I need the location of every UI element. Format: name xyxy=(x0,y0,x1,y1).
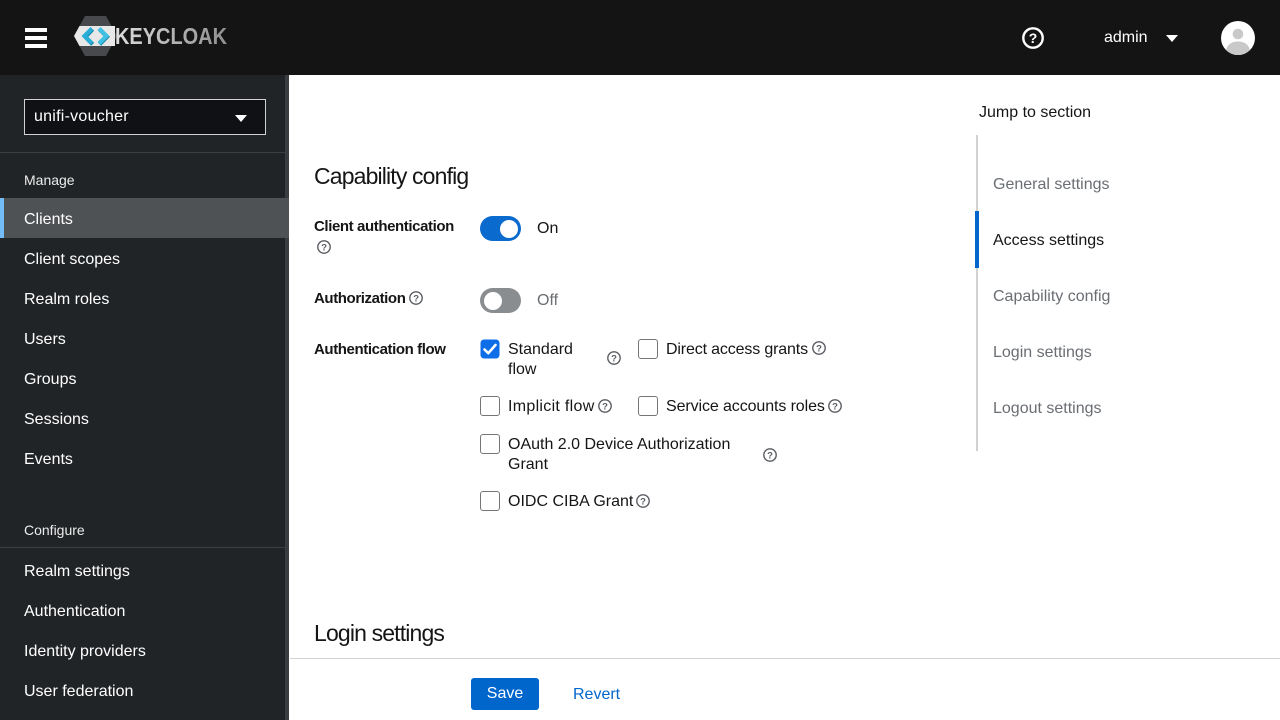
svg-text:?: ? xyxy=(816,343,822,354)
svg-text:?: ? xyxy=(321,242,327,253)
svg-text:?: ? xyxy=(414,293,420,304)
svg-text:?: ? xyxy=(602,401,608,412)
svg-text:?: ? xyxy=(1029,30,1038,46)
svg-text:?: ? xyxy=(640,496,646,507)
svg-text:KEYCLOAK: KEYCLOAK xyxy=(115,23,227,49)
svg-text:?: ? xyxy=(767,450,773,461)
svg-text:?: ? xyxy=(611,353,617,364)
svg-text:?: ? xyxy=(832,401,838,412)
